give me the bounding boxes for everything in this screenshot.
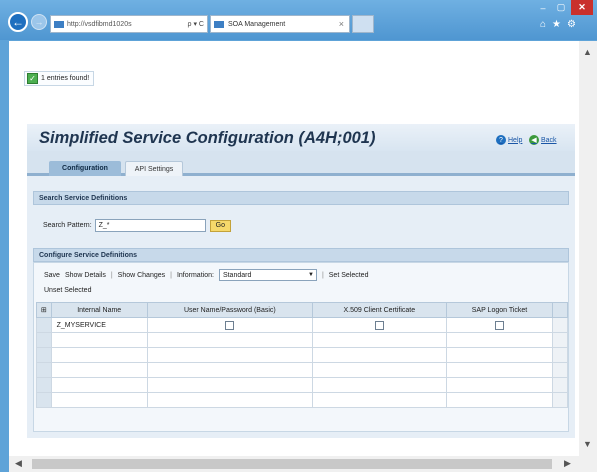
chevron-down-icon: ▼	[307, 272, 314, 278]
search-row: Search Pattern: Z_* Go	[43, 219, 231, 232]
minimize-icon: ‒	[540, 2, 546, 13]
table-row-empty	[36, 377, 568, 393]
help-label: Help	[508, 136, 523, 144]
minimize-button[interactable]: ‒	[534, 0, 552, 15]
tab-close-icon[interactable]: ×	[339, 19, 344, 29]
close-icon: ✕	[578, 2, 586, 12]
unset-selected-button[interactable]: Unset Selected	[44, 287, 91, 294]
row-selector[interactable]	[36, 332, 52, 348]
success-check-icon: ✓	[27, 73, 38, 84]
basic-auth-checkbox[interactable]	[225, 320, 235, 330]
search-pattern-input[interactable]: Z_*	[94, 219, 206, 232]
save-button[interactable]: Save	[44, 272, 60, 279]
page-vertical-scrollbar[interactable]: ▲ ▼	[579, 41, 597, 456]
show-changes-button[interactable]: Show Changes	[118, 272, 165, 279]
back-arrow-icon: ◀	[529, 135, 539, 145]
address-url: http://vsdfibmd1020s	[67, 20, 132, 28]
close-window-button[interactable]: ✕	[571, 0, 593, 15]
back-label: Back	[541, 136, 557, 144]
row-selector[interactable]	[36, 347, 52, 363]
config-section-title: Configure Service Definitions	[33, 248, 569, 262]
home-icon[interactable]: ⌂	[540, 19, 546, 30]
table-row-empty	[36, 332, 568, 348]
column-logon-ticket[interactable]: SAP Logon Ticket	[445, 302, 554, 318]
message-text: 1 entries found!	[41, 75, 90, 82]
message-bar: ✓ 1 entries found!	[24, 71, 95, 86]
arrow-left-icon: ←	[12, 15, 24, 29]
config-toolbar: Save Show Details | Show Changes | Infor…	[44, 269, 368, 281]
address-bar[interactable]: http://vsdfibmd1020s ρ ▾ C	[50, 15, 208, 33]
tab-favicon-icon	[214, 20, 224, 28]
internal-name-cell: Z_MYSERVICE	[50, 317, 148, 333]
config-box: Save Show Details | Show Changes | Infor…	[33, 262, 569, 432]
scroll-corner	[579, 456, 597, 472]
x509-checkbox[interactable]	[374, 320, 384, 330]
basic-auth-cell	[146, 317, 313, 333]
table-scroll-up-icon[interactable]	[552, 302, 568, 318]
help-icon: ?	[496, 135, 506, 145]
settings-gear-icon[interactable]: ⚙	[567, 19, 576, 30]
information-select[interactable]: Standard ▼	[218, 269, 317, 281]
browser-tab[interactable]: SOA Management ×	[210, 15, 350, 33]
horizontal-scroll-thumb[interactable]	[32, 459, 552, 469]
favorites-star-icon[interactable]: ★	[552, 19, 561, 30]
address-tools[interactable]: ρ ▾ C	[188, 20, 204, 28]
new-tab-button[interactable]	[352, 15, 374, 33]
page-horizontal-scrollbar[interactable]: ◀ ▶	[9, 456, 579, 472]
set-selected-button[interactable]: Set Selected	[329, 272, 369, 279]
service-table: ⊞ Internal Name User Name/Password (Basi…	[36, 302, 568, 408]
page-title: Simplified Service Configuration (A4H;00…	[39, 129, 376, 147]
back-link[interactable]: ◀ Back	[529, 135, 557, 145]
tab-strip: Configuration API Settings	[27, 151, 575, 176]
scroll-down-icon[interactable]: ▼	[583, 439, 592, 449]
table-row[interactable]: Z_MYSERVICE	[36, 317, 568, 333]
logon-ticket-checkbox[interactable]	[495, 320, 504, 330]
column-internal-name[interactable]: Internal Name	[50, 302, 148, 318]
scroll-right-icon[interactable]: ▶	[564, 458, 571, 469]
row-selector[interactable]	[36, 317, 52, 333]
search-pattern-label: Search Pattern:	[43, 222, 92, 229]
column-x509[interactable]: X.509 Client Certificate	[311, 302, 447, 318]
table-scrollbar[interactable]	[552, 317, 568, 333]
go-button[interactable]: Go	[209, 219, 231, 232]
show-details-button[interactable]: Show Details	[65, 272, 106, 279]
page-viewport: ✓ 1 entries found! Simplified Service Co…	[9, 41, 579, 456]
browser-forward-button[interactable]: →	[31, 14, 47, 30]
site-favicon-icon	[54, 20, 64, 28]
tab-configuration[interactable]: Configuration	[49, 161, 121, 176]
logon-ticket-cell	[445, 317, 554, 333]
table-row-empty	[36, 362, 568, 378]
column-basic-auth[interactable]: User Name/Password (Basic)	[146, 302, 313, 318]
row-selector[interactable]	[36, 362, 52, 378]
browser-toolbar-icons: ⌂ ★ ⚙	[540, 19, 576, 30]
maximize-icon: ▢	[556, 2, 566, 12]
table-row-empty	[36, 392, 568, 408]
browser-back-button[interactable]: ←	[8, 12, 28, 32]
tab-title: SOA Management	[228, 20, 286, 28]
information-value: Standard	[222, 271, 252, 279]
arrow-right-icon: →	[34, 17, 44, 27]
toolbar-divider: |	[110, 271, 113, 279]
toolbar-divider: |	[170, 271, 172, 279]
table-header-row: ⊞ Internal Name User Name/Password (Basi…	[36, 302, 568, 318]
scroll-left-icon[interactable]: ◀	[15, 458, 22, 469]
row-selector[interactable]	[36, 392, 52, 408]
select-all-icon[interactable]: ⊞	[36, 302, 52, 318]
row-selector[interactable]	[36, 377, 52, 393]
scroll-up-icon[interactable]: ▲	[583, 47, 592, 57]
help-link[interactable]: ? Help	[496, 135, 522, 145]
information-label: Information:	[176, 271, 214, 279]
maximize-button[interactable]: ▢	[552, 0, 570, 15]
x509-cell	[311, 317, 447, 333]
table-row-empty	[36, 347, 568, 363]
tab-api-settings[interactable]: API Settings	[125, 161, 183, 176]
toolbar-divider: |	[321, 271, 324, 279]
search-section-title: Search Service Definitions	[33, 191, 569, 205]
content-panel: Search Service Definitions Search Patter…	[27, 176, 575, 438]
